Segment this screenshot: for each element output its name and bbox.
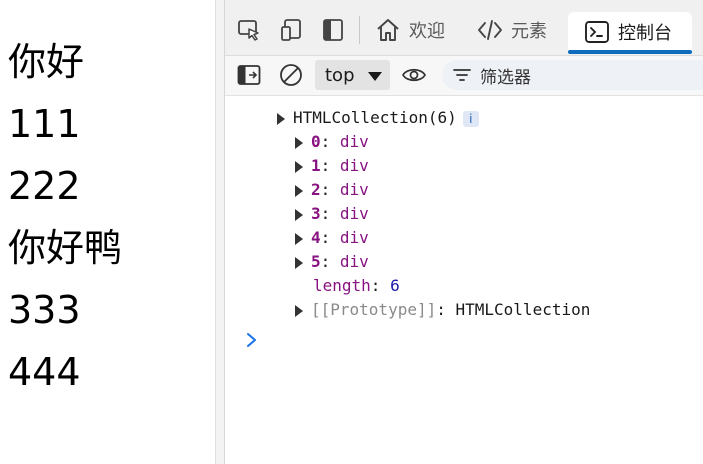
chevron-down-icon <box>368 72 382 81</box>
console-prompt-chevron-icon[interactable] <box>245 332 259 348</box>
item-index: 2 <box>311 180 321 199</box>
length-value: 6 <box>390 276 400 295</box>
expand-triangle-icon[interactable] <box>295 256 303 269</box>
live-expression-eye-icon[interactable] <box>401 65 427 85</box>
console-icon <box>585 21 609 43</box>
expand-triangle-icon[interactable] <box>295 136 303 149</box>
item-index: 5 <box>311 252 321 271</box>
tab-console-label: 控制台 <box>618 23 672 44</box>
console-output: HTMLCollection(6) i 0: div 1: div 2: div … <box>225 96 703 464</box>
console-toolbar: top 筛选器 <box>225 56 703 96</box>
expand-triangle-icon[interactable] <box>295 184 303 197</box>
item-index: 4 <box>311 228 321 247</box>
item-value: div <box>339 228 369 247</box>
page-text-line: 222 <box>8 164 81 208</box>
page-text-line: 你好 <box>8 40 85 84</box>
prototype-property[interactable]: [[Prototype]]: HTMLCollection <box>295 298 590 322</box>
tab-console[interactable]: 控制台 <box>568 12 692 54</box>
item-value: div <box>339 180 369 199</box>
tab-welcome[interactable]: 欢迎 <box>375 10 445 50</box>
page-text-line: 444 <box>8 350 81 394</box>
length-property: length: 6 <box>313 276 400 295</box>
collection-item[interactable]: 5: div <box>295 250 369 274</box>
show-sidebar-icon[interactable] <box>237 64 261 86</box>
page-text-line: 111 <box>8 102 81 146</box>
item-value: div <box>339 156 369 175</box>
collection-item[interactable]: 0: div <box>295 130 369 154</box>
context-selector[interactable]: top <box>315 60 390 90</box>
console-log-entry[interactable]: HTMLCollection(6) i <box>277 106 479 130</box>
clear-console-icon[interactable] <box>279 63 303 87</box>
item-value: div <box>339 132 369 151</box>
expand-triangle-icon[interactable] <box>295 304 303 317</box>
collection-item[interactable]: 1: div <box>295 154 369 178</box>
length-key: length <box>313 276 371 295</box>
tab-elements-label: 元素 <box>511 21 547 42</box>
tab-elements[interactable]: 元素 <box>477 10 547 50</box>
devtools-tab-bar: 欢迎 元素 控制台 <box>225 0 703 56</box>
device-emulation-icon[interactable] <box>280 18 304 42</box>
prototype-value: HTMLCollection <box>455 300 591 319</box>
info-icon[interactable]: i <box>462 110 479 127</box>
collection-item[interactable]: 3: div <box>295 202 369 226</box>
item-value: div <box>339 204 369 223</box>
collection-item[interactable]: 2: div <box>295 178 369 202</box>
toolbar-divider <box>359 16 360 44</box>
expand-triangle-icon[interactable] <box>295 208 303 221</box>
expand-triangle-icon[interactable] <box>277 112 285 125</box>
tab-welcome-label: 欢迎 <box>409 21 445 42</box>
home-icon <box>377 19 399 41</box>
page-viewport: 你好 111 222 你好鸭 333 444 <box>0 0 216 464</box>
code-brackets-icon <box>478 20 502 40</box>
page-text-line: 333 <box>8 288 81 332</box>
inspect-element-icon[interactable] <box>237 18 261 42</box>
context-selector-value: top <box>325 64 355 86</box>
collection-header: HTMLCollection(6) <box>293 108 457 127</box>
item-index: 3 <box>311 204 321 223</box>
item-index: 0 <box>311 132 321 151</box>
filter-input[interactable]: 筛选器 <box>442 60 703 90</box>
page-text-line: 你好鸭 <box>8 226 123 270</box>
toggle-sidebar-icon[interactable] <box>321 18 345 42</box>
item-value: div <box>339 252 369 271</box>
filter-icon <box>453 69 471 81</box>
item-index: 1 <box>311 156 321 175</box>
prototype-key: [[Prototype]] <box>311 300 437 319</box>
expand-triangle-icon[interactable] <box>295 160 303 173</box>
collection-item[interactable]: 4: div <box>295 226 369 250</box>
expand-triangle-icon[interactable] <box>295 232 303 245</box>
filter-placeholder: 筛选器 <box>480 67 531 88</box>
devtools-panel: 欢迎 元素 控制台 top 筛选器 HTMLCollection(6) i 0:… <box>224 0 703 464</box>
